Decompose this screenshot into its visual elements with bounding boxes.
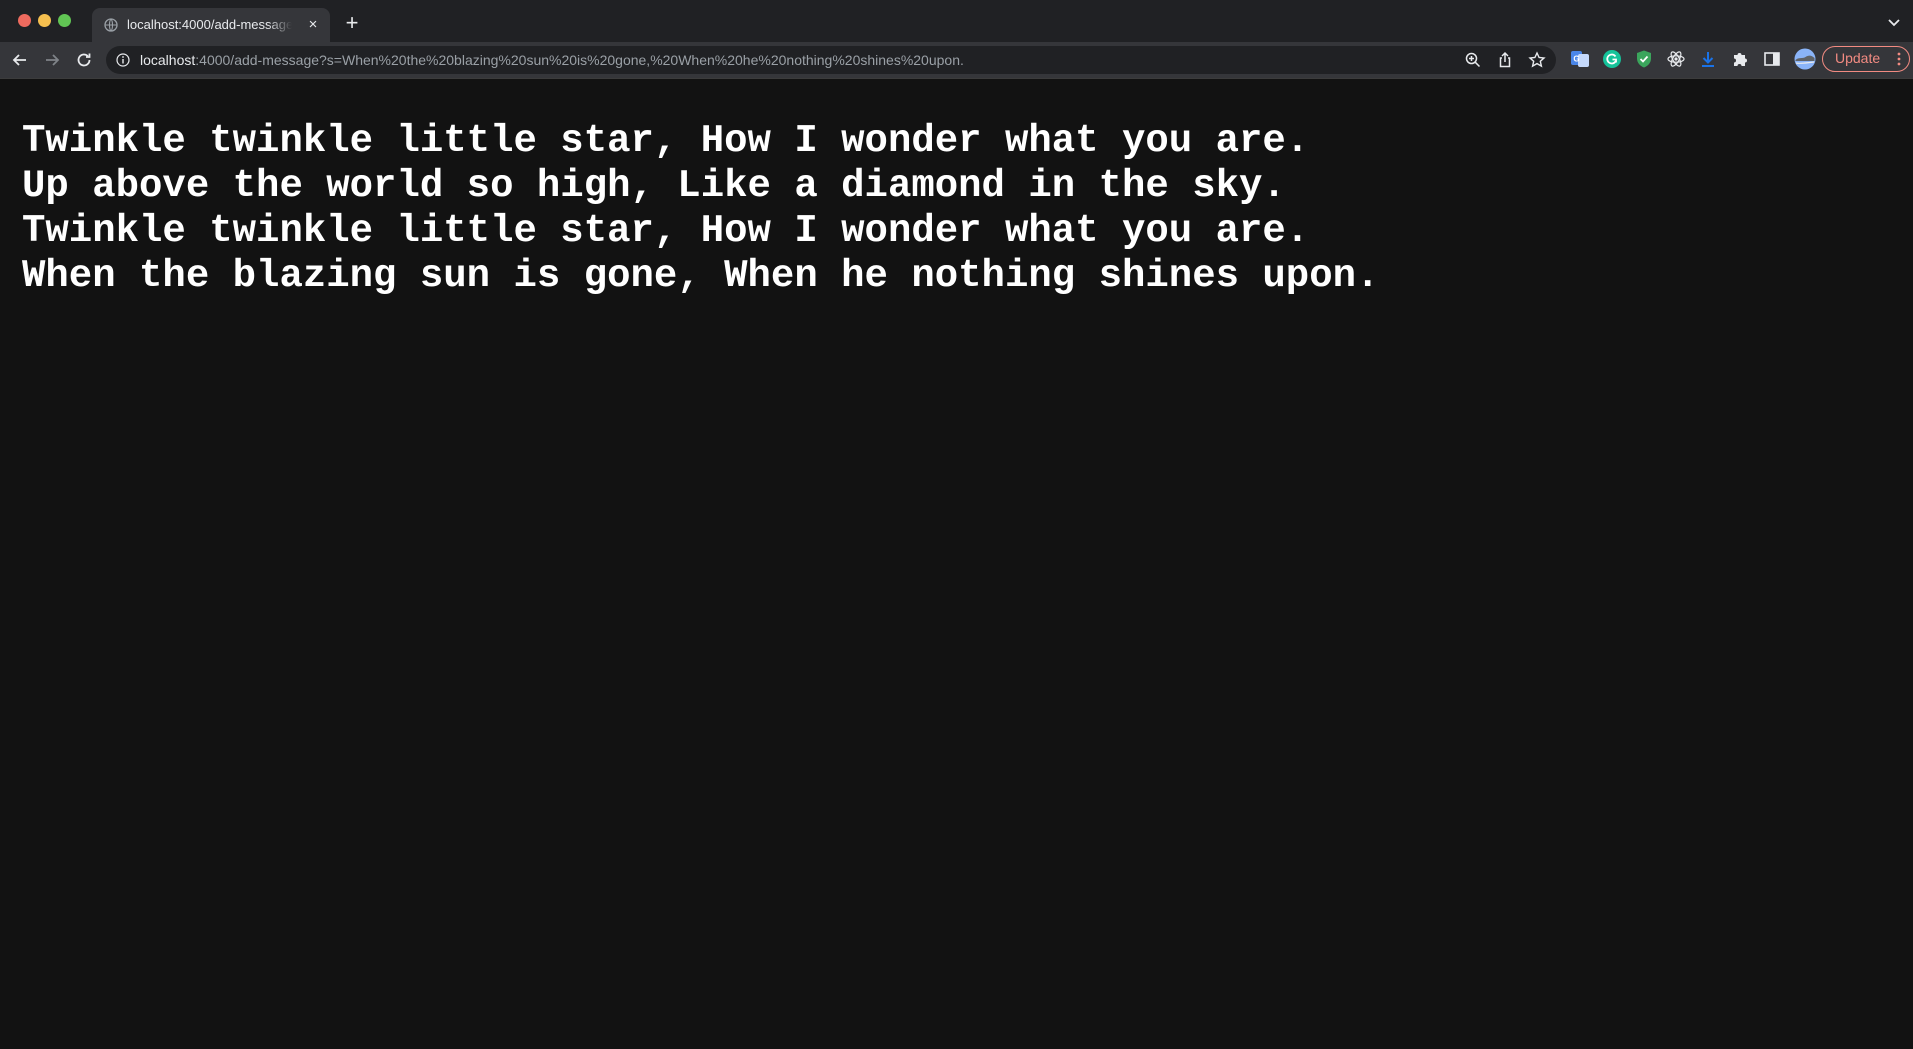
tab-close-icon[interactable]: × [304,16,322,34]
minimize-window-button[interactable] [38,14,51,27]
page-content: Twinkle twinkle little star, How I wonde… [0,79,1913,1049]
star-icon[interactable] [1528,51,1546,69]
info-icon[interactable] [116,53,130,67]
zoom-icon[interactable] [1464,51,1482,69]
more-vert-icon [1897,52,1901,66]
new-tab-button[interactable]: + [340,11,364,35]
url-host: localhost [140,52,196,68]
puzzle-icon[interactable] [1730,49,1750,69]
globe-icon [104,18,118,32]
message-line: Twinkle twinkle little star, How I wonde… [22,119,1310,163]
url-path: :4000/add-message?s=When%20the%20blazing… [195,52,964,68]
download-icon[interactable] [1698,49,1718,69]
url-text[interactable]: localhost:4000/add-message?s=When%20the%… [140,52,964,68]
browser-tab[interactable]: localhost:4000/add-message?s=When the bl… [92,8,330,42]
message-line: When the blazing sun is gone, When he no… [22,254,1380,298]
message-list: Twinkle twinkle little star, How I wonde… [22,119,1379,299]
side-panel-icon[interactable] [1762,49,1782,69]
update-button[interactable]: Update [1822,46,1910,72]
react-devtools-icon[interactable] [1666,49,1686,69]
forward-arrow-icon[interactable] [42,50,62,70]
reload-icon[interactable] [74,50,94,70]
svg-text:G: G [1573,55,1579,64]
profile-avatar[interactable] [1794,48,1816,70]
translate-extension-icon[interactable]: G [1570,49,1590,69]
tab-strip: localhost:4000/add-message?s=When the bl… [0,0,1913,42]
address-bar[interactable]: localhost:4000/add-message?s=When%20the%… [106,46,1556,74]
back-arrow-icon[interactable] [10,50,30,70]
chevron-down-icon[interactable] [1884,12,1904,32]
message-line: Twinkle twinkle little star, How I wonde… [22,209,1310,253]
update-label: Update [1835,50,1881,66]
shield-icon[interactable] [1634,49,1654,69]
grammarly-icon[interactable] [1602,49,1622,69]
browser-chrome: localhost:4000/add-message?s=When the bl… [0,0,1913,79]
share-icon[interactable] [1496,51,1514,69]
close-window-button[interactable] [18,14,31,27]
message-line: Up above the world so high, Like a diamo… [22,164,1286,208]
tab-title: localhost:4000/add-message?s=When the bl… [127,17,292,32]
maximize-window-button[interactable] [58,14,71,27]
browser-toolbar: localhost:4000/add-message?s=When%20the%… [0,42,1913,78]
